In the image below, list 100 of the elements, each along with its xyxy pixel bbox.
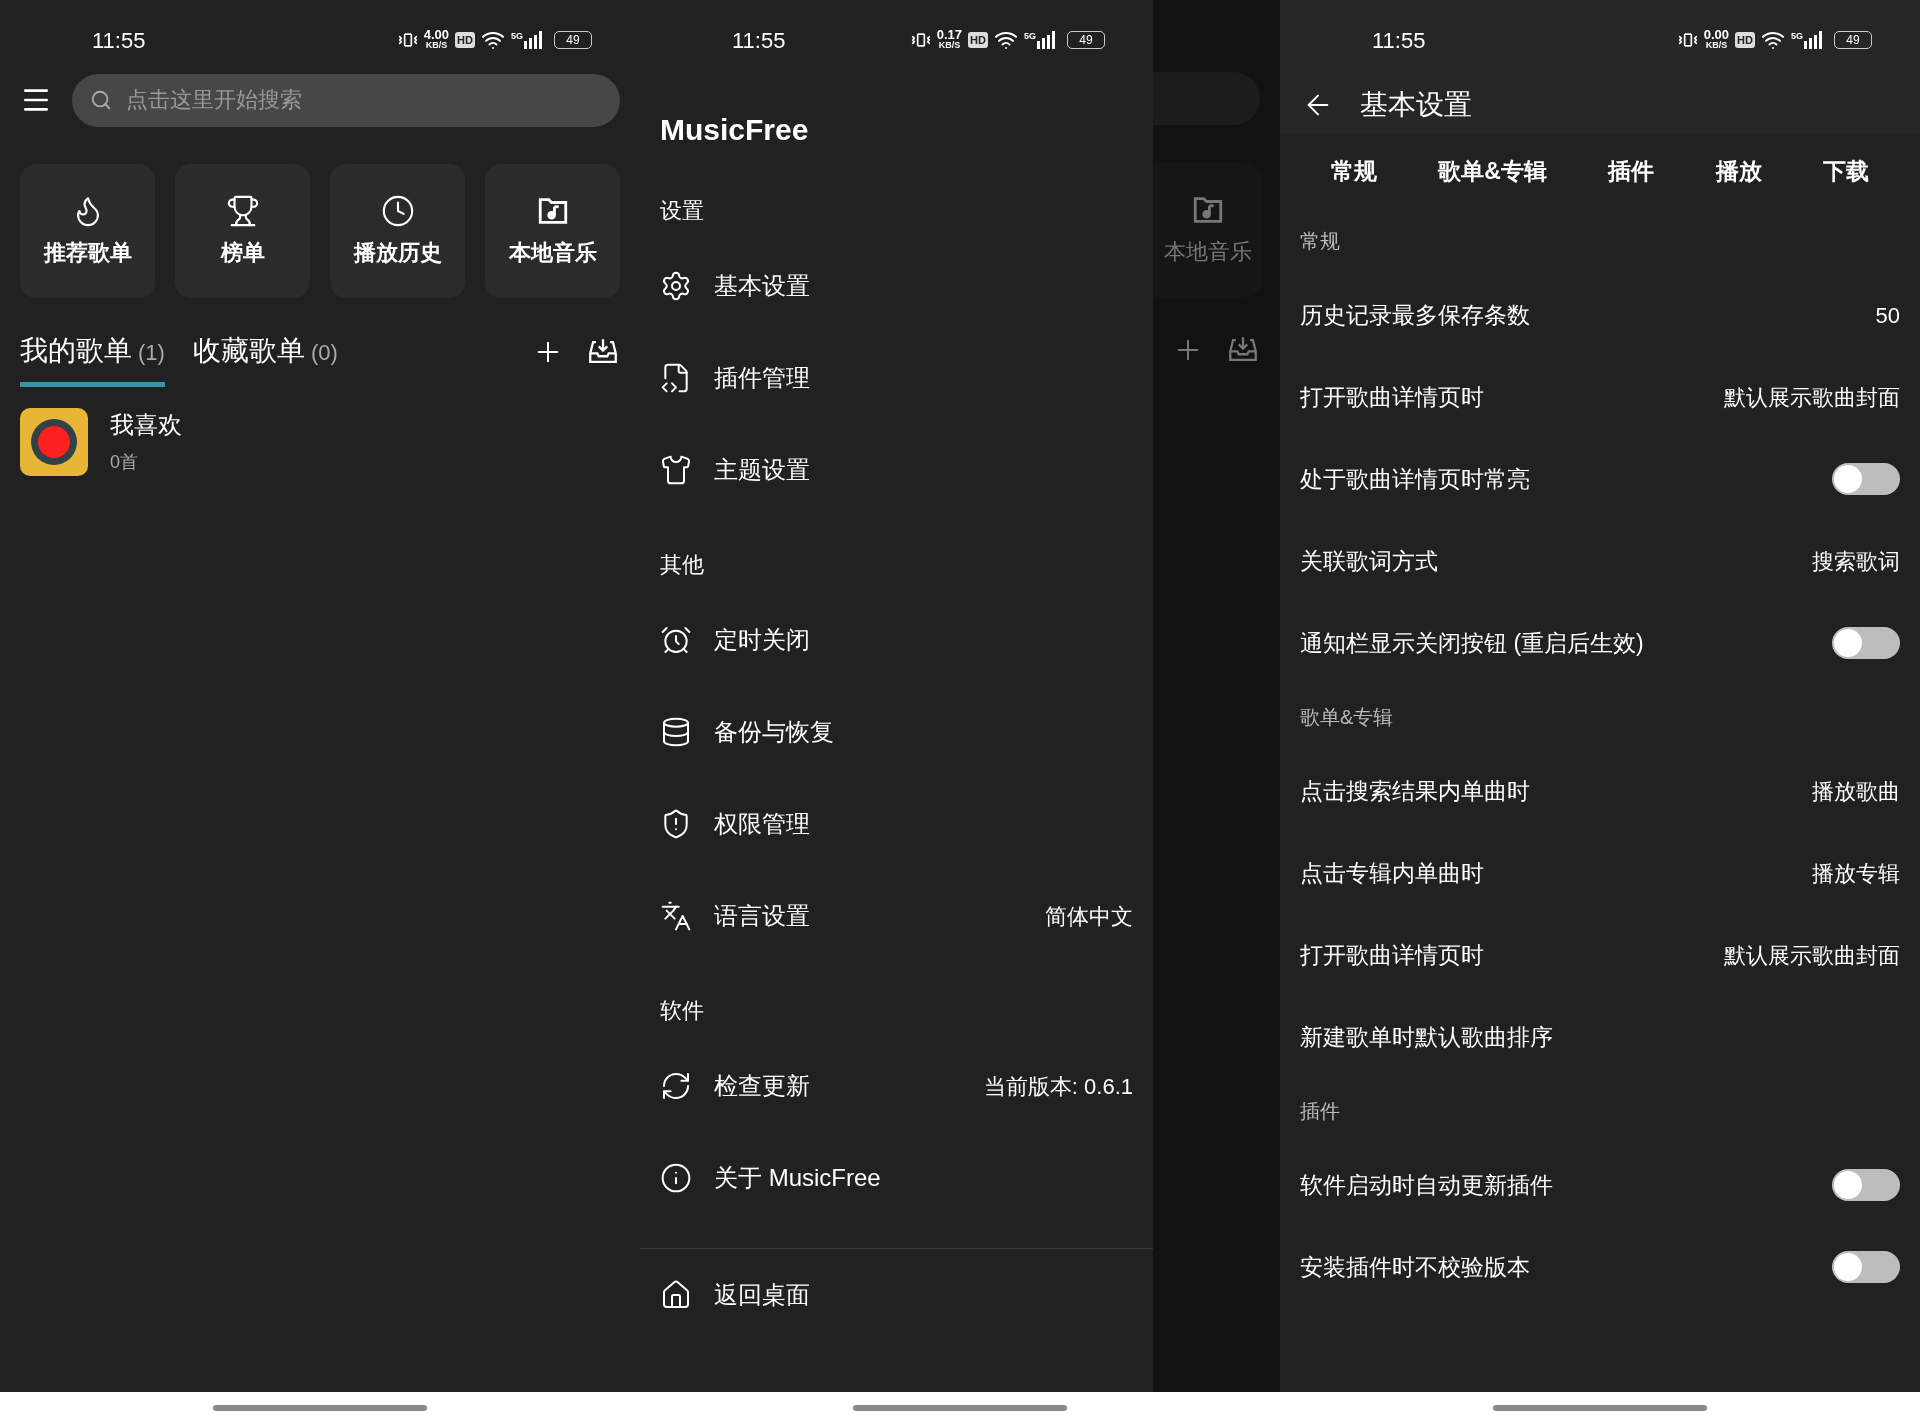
drawer-item[interactable]: 插件管理 <box>660 332 1133 424</box>
hd-badge: HD <box>968 32 988 48</box>
settings-row[interactable]: 处于歌曲详情页时常亮 <box>1300 438 1900 520</box>
network-speed: 4.00 KB/S <box>423 30 450 50</box>
settings-tab[interactable]: 播放 <box>1715 153 1762 189</box>
shortcut-card[interactable]: 榜单 <box>175 164 310 298</box>
shortcut-icon <box>380 193 415 228</box>
shortcut-label: 本地音乐 <box>508 238 597 267</box>
status-time: 11:55 <box>1372 26 1426 55</box>
settings-tab[interactable]: 下载 <box>1823 153 1870 189</box>
network-type: 5G <box>511 31 523 41</box>
section-heading: 其他 <box>660 550 705 579</box>
settings-icon <box>660 270 692 302</box>
setting-label: 历史记录最多保存条数 <box>1300 300 1530 330</box>
drawer-item[interactable]: 主题设置 <box>660 424 1133 516</box>
settings-row[interactable]: 通知栏显示关闭按钮 (重启后生效) <box>1300 602 1900 684</box>
network-type: 5G <box>1024 31 1036 41</box>
shortcut-label: 推荐歌单 <box>43 238 132 267</box>
drawer-item[interactable]: 备份与恢复 <box>660 686 1133 778</box>
setting-label: 新建歌单时默认歌曲排序 <box>1300 1022 1553 1052</box>
settings-row[interactable]: 安装插件时不校验版本 <box>1300 1226 1900 1308</box>
section-heading: 设置 <box>660 196 705 225</box>
settings-tab[interactable]: 常规 <box>1330 153 1377 189</box>
info-icon <box>660 1162 692 1194</box>
toggle-switch[interactable] <box>1832 1169 1900 1201</box>
settings-row[interactable]: 打开歌曲详情页时 默认展示歌曲封面 <box>1300 356 1900 438</box>
setting-label: 点击搜索结果内单曲时 <box>1300 776 1530 806</box>
alarm-clock-icon <box>660 624 692 656</box>
search-icon <box>90 88 112 111</box>
shortcut-label: 榜单 <box>220 238 265 267</box>
settings-tab[interactable]: 插件 <box>1608 153 1655 189</box>
home-icon <box>660 1279 692 1311</box>
search-field[interactable]: 点击这里开始搜索 <box>72 73 620 127</box>
setting-label: 安装插件时不校验版本 <box>1300 1252 1530 1282</box>
setting-label: 通知栏显示关闭按钮 (重启后生效) <box>1300 628 1644 658</box>
battery-indicator: 49 <box>1834 31 1872 49</box>
drawer-item[interactable]: 语言设置 简体中文 <box>660 870 1133 962</box>
settings-row[interactable]: 点击专辑内单曲时 播放专辑 <box>1300 832 1900 914</box>
shortcut-icon <box>225 193 260 228</box>
setting-value: 默认展示歌曲封面 <box>1724 383 1900 412</box>
drawer-item[interactable]: 关于 MusicFree <box>660 1132 1133 1224</box>
toggle-switch[interactable] <box>1832 627 1900 659</box>
settings-row[interactable]: 点击搜索结果内单曲时 播放歌曲 <box>1300 750 1900 832</box>
network-speed: 0.00 KB/S <box>1703 30 1730 50</box>
page-title: 基本设置 <box>1360 88 1472 122</box>
vibrate-icon <box>910 30 931 50</box>
vibrate-icon <box>1677 30 1698 50</box>
network-type: 5G <box>1791 31 1803 41</box>
toggle-switch[interactable] <box>1832 1251 1900 1283</box>
shortcut-card[interactable]: 本地音乐 <box>485 164 620 298</box>
drawer-item[interactable]: 检查更新 当前版本: 0.6.1 <box>660 1040 1133 1132</box>
status-time: 11:55 <box>92 26 146 55</box>
tab-count: (1) <box>138 339 165 367</box>
refresh-icon <box>660 1070 692 1102</box>
hd-badge: HD <box>455 32 475 48</box>
settings-tab[interactable]: 歌单&专辑 <box>1438 153 1547 189</box>
settings-row[interactable]: 新建歌单时默认歌曲排序 <box>1300 996 1900 1078</box>
setting-value: 播放专辑 <box>1812 859 1900 888</box>
playlist-tab[interactable]: 我的歌单 (1) <box>20 330 165 387</box>
playlist-cover <box>20 407 88 476</box>
setting-label: 打开歌曲详情页时 <box>1300 382 1484 412</box>
settings-row[interactable]: 关联歌词方式 搜索歌词 <box>1300 520 1900 602</box>
tab-label: 我的歌单 <box>20 334 132 368</box>
setting-label: 点击专辑内单曲时 <box>1300 858 1484 888</box>
setting-value: 播放歌曲 <box>1812 777 1900 806</box>
drawer-item[interactable]: 返回桌面 <box>660 1249 1133 1341</box>
translate-icon <box>660 900 692 932</box>
item-value: 当前版本: 0.6.1 <box>983 1072 1133 1101</box>
settings-row[interactable]: 打开歌曲详情页时 默认展示歌曲封面 <box>1300 914 1900 996</box>
playlist-name[interactable]: 我喜欢 <box>110 407 182 443</box>
setting-label: 关联歌词方式 <box>1300 546 1438 576</box>
drawer-item[interactable]: 基本设置 <box>660 240 1133 332</box>
signal-icon <box>524 31 542 49</box>
app-title: MusicFree <box>660 111 810 148</box>
drawer-item[interactable]: 权限管理 <box>660 778 1133 870</box>
playlist-count: 0首 <box>110 451 139 474</box>
vibrate-icon <box>397 30 418 50</box>
setting-label: 软件启动时自动更新插件 <box>1300 1170 1553 1200</box>
settings-row[interactable]: 历史记录最多保存条数 50 <box>1300 274 1900 356</box>
toggle-switch[interactable] <box>1832 463 1900 495</box>
shortcut-card[interactable]: 推荐歌单 <box>20 164 155 298</box>
setting-value: 50 <box>1875 301 1900 330</box>
battery-indicator: 49 <box>554 31 592 49</box>
tab-count: (0) <box>310 339 338 367</box>
shortcut-card[interactable]: 播放历史 <box>330 164 465 298</box>
signal-icon <box>1037 31 1055 49</box>
shortcut-label: 播放历史 <box>353 238 442 267</box>
setting-value: 搜索歌词 <box>1812 547 1900 576</box>
signal-icon <box>1804 31 1822 49</box>
network-speed: 0.17 KB/S <box>936 30 963 50</box>
hd-badge: HD <box>1735 32 1755 48</box>
setting-value: 默认展示歌曲封面 <box>1724 941 1900 970</box>
setting-label: 处于歌曲详情页时常亮 <box>1300 464 1530 494</box>
section-heading: 歌单&专辑 <box>1300 705 1395 730</box>
settings-row[interactable]: 软件启动时自动更新插件 <box>1300 1144 1900 1226</box>
tab-label: 收藏歌单 <box>192 334 305 368</box>
drawer-item[interactable]: 定时关闭 <box>660 594 1133 686</box>
section-heading: 插件 <box>1300 1099 1341 1124</box>
section-heading: 常规 <box>1300 229 1341 254</box>
playlist-tab[interactable]: 收藏歌单 (0) <box>192 330 338 387</box>
